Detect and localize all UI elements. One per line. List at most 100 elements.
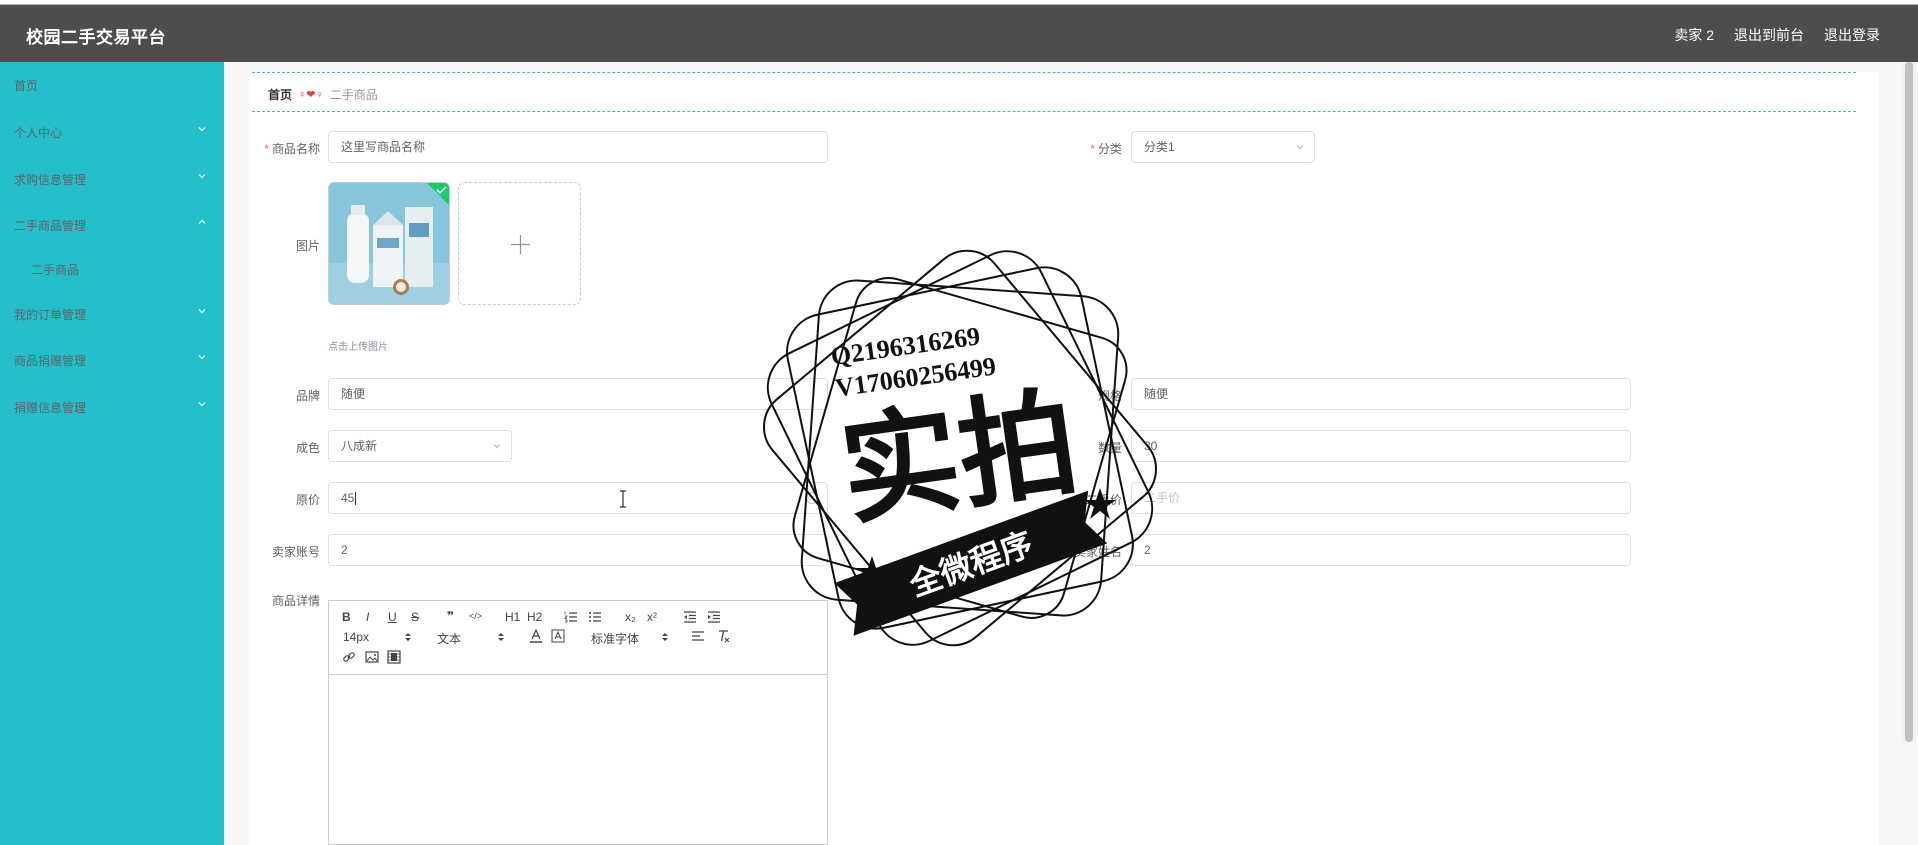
uploaded-image-thumbnail[interactable] <box>328 182 450 305</box>
current-user: 卖家 2 <box>1674 27 1714 43</box>
name-label-text: 商品名称 <box>271 142 320 156</box>
indent-icon[interactable] <box>707 611 721 623</box>
sidebar-item-label: 个人中心 <box>14 126 63 140</box>
chevron-down-icon <box>493 444 501 449</box>
seller-account-label: 卖家账号 <box>271 545 320 559</box>
bullet-list-icon[interactable] <box>588 611 602 623</box>
page-scrollbar[interactable] <box>1902 62 1916 742</box>
category-label-text: 分类 <box>1097 142 1122 156</box>
blockquote-button[interactable]: ❞ <box>447 609 454 623</box>
image-label: 图片 <box>295 239 320 253</box>
quantity-input[interactable]: 30 <box>1131 430 1631 462</box>
brand-input[interactable]: 随便 <box>328 378 828 410</box>
seller-name-input[interactable]: 2 <box>1131 534 1631 566</box>
back-to-front-link[interactable]: 退出到前台 <box>1734 25 1804 45</box>
sidebar-item-used-goods-management[interactable]: 二手商品管理 <box>0 206 224 242</box>
ordered-list-icon[interactable] <box>564 611 578 623</box>
category-selected: 分类1 <box>1144 140 1175 154</box>
name-input[interactable]: 这里写商品名称 <box>328 131 828 163</box>
product-photo-icon <box>329 183 449 304</box>
chevron-up-icon <box>198 219 206 224</box>
upload-hint: 点击上传图片 <box>328 342 388 353</box>
breadcrumb-home[interactable]: 首页 <box>268 86 292 103</box>
text-caret <box>355 492 357 506</box>
used-price-label: 二手价 <box>1085 493 1122 507</box>
code-block-button[interactable]: </> <box>469 611 482 621</box>
clear-format-icon[interactable] <box>717 629 731 643</box>
sidebar-item-label: 捐赠信息管理 <box>14 401 87 415</box>
logout-link[interactable]: 退出登录 <box>1824 25 1880 45</box>
subscript-button[interactable]: x₂ <box>625 610 636 624</box>
sidebar-item-my-orders[interactable]: 我的订单管理 <box>0 295 224 331</box>
sidebar-item-label: 首页 <box>14 79 39 93</box>
chevron-down-icon <box>198 402 206 407</box>
detail-label: 商品详情 <box>271 594 320 608</box>
sidebar-item-personal-center[interactable]: 个人中心 <box>0 113 224 149</box>
sidebar: 首页 个人中心 求购信息管理 二手商品管理 二手商品 我的订单管理 商品捐赠管理… <box>0 62 224 845</box>
h2-button[interactable]: H2 <box>527 610 542 624</box>
link-icon[interactable] <box>342 650 356 664</box>
rich-text-editor: B I U S ❞ </> H1 H2 x₂ x² 14px 文本 标准字体 <box>328 600 828 845</box>
sidebar-item-purchase-request[interactable]: 求购信息管理 <box>0 160 224 196</box>
font-size-select[interactable]: 14px <box>343 630 369 644</box>
chevron-down-icon <box>198 174 206 179</box>
block-type-select[interactable]: 文本 <box>437 630 461 647</box>
condition-label: 成色 <box>295 441 320 455</box>
category-select[interactable]: 分类1 <box>1131 131 1315 163</box>
brand-label: 品牌 <box>295 389 320 403</box>
h1-button[interactable]: H1 <box>505 610 520 624</box>
sidebar-item-label: 商品捐赠管理 <box>14 354 87 368</box>
image-upload-button[interactable] <box>458 182 581 305</box>
superscript-button[interactable]: x² <box>647 610 657 624</box>
font-family-select[interactable]: 标准字体 <box>591 630 639 647</box>
required-mark: * <box>264 142 269 156</box>
chevron-down-icon <box>198 309 206 314</box>
header-nav: 卖家 2 退出到前台 退出登录 <box>1674 25 1880 45</box>
breadcrumb-separator: ♀❤♀ <box>298 89 324 101</box>
sidebar-item-home[interactable]: 首页 <box>0 66 224 102</box>
chevron-down-icon <box>198 355 206 360</box>
select-arrows-icon <box>498 633 504 641</box>
condition-select[interactable]: 八成新 <box>328 430 512 462</box>
spec-label: 规格 <box>1097 389 1122 403</box>
sidebar-item-donation-management[interactable]: 商品捐赠管理 <box>0 341 224 377</box>
sidebar-item-used-goods[interactable]: 二手商品 <box>0 250 224 286</box>
chevron-down-icon <box>1296 145 1304 150</box>
image-icon[interactable] <box>365 650 379 664</box>
name-label: * 商品名称 <box>250 140 320 157</box>
align-left-icon[interactable] <box>691 630 705 642</box>
breadcrumb-current: 二手商品 <box>329 88 378 102</box>
seller-name-label: 卖家姓名 <box>1073 545 1122 559</box>
sidebar-item-label: 求购信息管理 <box>14 173 87 187</box>
outdent-icon[interactable] <box>683 611 697 623</box>
italic-button[interactable]: I <box>366 610 369 624</box>
sidebar-item-donation-info[interactable]: 捐赠信息管理 <box>0 388 224 424</box>
used-price-input[interactable]: 二手价 <box>1131 482 1631 514</box>
sidebar-item-label: 我的订单管理 <box>14 308 87 322</box>
select-arrows-icon <box>405 633 411 641</box>
sidebar-item-label: 二手商品管理 <box>14 219 87 233</box>
underline-button[interactable]: U <box>388 610 397 624</box>
spec-input[interactable]: 随便 <box>1131 378 1631 410</box>
scrollbar-thumb[interactable] <box>1905 62 1913 742</box>
breadcrumb: 首页 ♀❤♀ 二手商品 <box>268 86 378 103</box>
select-arrows-icon <box>662 633 668 641</box>
required-mark: * <box>1090 142 1095 156</box>
original-price-input[interactable]: 45 <box>328 482 828 514</box>
chevron-down-icon <box>198 127 206 132</box>
app-title: 校园二手交易平台 <box>26 28 166 47</box>
clear-icon[interactable] <box>805 491 819 505</box>
editor-content-area[interactable] <box>329 676 827 845</box>
sidebar-item-label: 二手商品 <box>31 263 80 277</box>
strike-button[interactable]: S <box>411 610 419 624</box>
category-label: * 分类 <box>1060 140 1122 157</box>
editor-toolbar: B I U S ❞ </> H1 H2 x₂ x² 14px 文本 标准字体 <box>329 601 827 675</box>
bold-button[interactable]: B <box>342 610 351 624</box>
background-color-icon[interactable] <box>551 629 565 643</box>
breadcrumb-bar: 首页 ♀❤♀ 二手商品 <box>252 72 1856 112</box>
original-price-value: 45 <box>341 491 355 505</box>
quantity-label: 数量 <box>1097 441 1122 455</box>
seller-account-input[interactable]: 2 <box>328 534 828 566</box>
font-color-icon[interactable] <box>529 629 543 643</box>
video-icon[interactable] <box>387 650 401 664</box>
